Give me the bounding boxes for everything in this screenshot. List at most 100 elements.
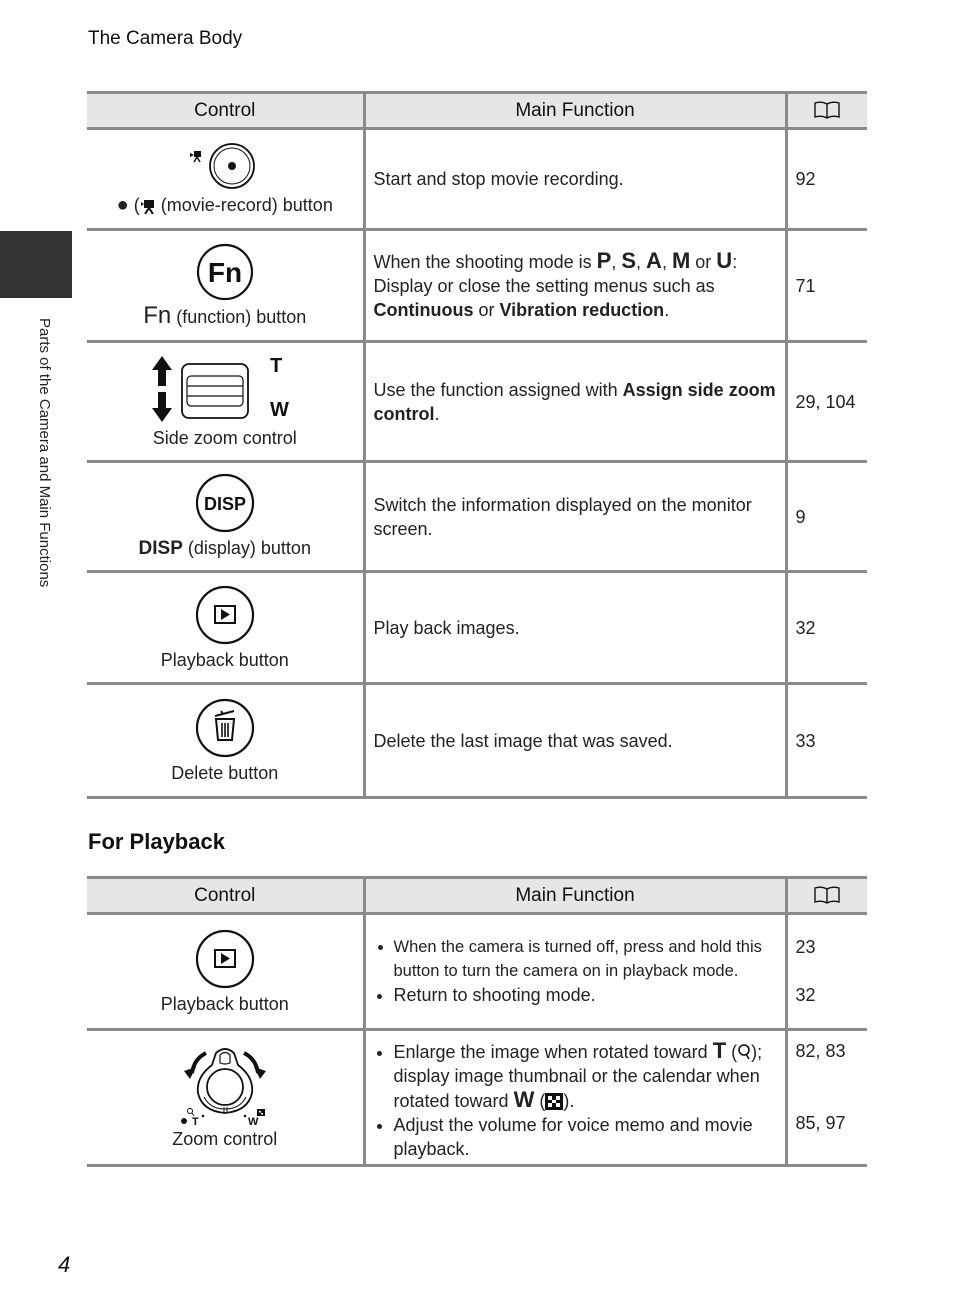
header-control: Control [87,91,364,130]
playback-button-icon [194,584,256,646]
bullet-text: ( [726,1042,738,1062]
section-title: For Playback [88,829,225,854]
function-bullets: Enlarge the image when rotated toward T … [374,1039,777,1161]
zoom-control-icon: T W [170,1045,280,1128]
bullet-item: When the camera is turned off, press and… [394,935,777,983]
disp-icon-text: DISP [204,494,246,514]
table-row: ● ( (movie-record) button Start and stop… [87,128,867,231]
control-cell: T W Zoom control [87,1029,364,1167]
separator: or [690,252,717,272]
movie-icon [140,200,154,214]
mode-s: S [621,248,637,273]
table-row: Delete button Delete the last image that… [87,683,867,799]
function-cell: Delete the last image that was saved. [362,683,786,799]
control-cell: Delete button [87,683,364,799]
mode-u: U [716,248,733,273]
header-reference [784,91,867,130]
control-cell: Playback button [87,571,364,685]
function-text: or [473,300,500,320]
header-reference [784,876,867,915]
reference-cell: 9 [784,461,867,573]
function-bullets: When the camera is turned off, press and… [374,935,777,1007]
function-text: . [434,403,440,424]
page-number: 4 [58,1252,71,1277]
function-text: Display or close the setting menus such … [373,276,715,296]
bullet-item: Enlarge the image when rotated toward T … [394,1039,777,1113]
function-cell: Enlarge the image when rotated toward T … [362,1029,786,1167]
chapter-tab [0,231,72,298]
menu-name-continuous: Continuous [373,300,474,320]
bullet-item: Return to shooting mode. [394,983,777,1007]
wide-label: W [270,399,289,421]
bullet-text: Enlarge the image when rotated toward [393,1042,713,1062]
header-main-function: Main Function [362,91,786,130]
wide-label: W [248,1116,259,1125]
table-row: DISP DISP (display) button Switch the in… [87,461,867,573]
table-header-row: Control Main Function [87,91,867,130]
fn-button-icon: Fn [195,242,255,302]
reference-cell: 33 [784,683,867,799]
reference-page: 32 [795,985,816,1005]
tele-label: T [270,355,282,377]
function-cell: Switch the information displayed on the … [362,461,786,573]
playback-button-icon [194,928,256,990]
movie-record-button-icon [180,141,270,191]
control-label: Fn (function) button [95,304,355,329]
tele-label: T [192,1116,199,1125]
separator: , [611,252,622,272]
book-reference-icon [814,886,840,905]
control-label: Playback button [160,649,289,670]
control-cell: Playback button [87,913,364,1031]
table-row: T W Side zoom control Use the function a… [87,341,867,463]
svg-text:Fn: Fn [208,257,242,288]
control-label: ● ( (movie-record) button [116,194,333,216]
reference-cell: 82, 83 85, 97 [784,1029,867,1167]
mode-p: P [596,248,612,273]
function-text: Use the function assigned with [373,379,623,400]
control-label: Zoom control [172,1128,278,1149]
function-cell: Start and stop movie recording. [362,128,786,231]
function-cell: Play back images. [362,571,786,685]
side-zoom-control-icon: T W [150,354,300,424]
control-label: Delete button [171,762,279,783]
control-label: Side zoom control [152,427,297,448]
table-header-row: Control Main Function [87,876,867,915]
separator: , [661,252,672,272]
table-row: Playback button Play back images. 32 [87,571,867,685]
disp-button-icon: DISP [194,472,256,534]
reference-cell: 71 [784,229,867,343]
reference-page: 82, 83 [795,1041,846,1061]
header-main-function: Main Function [362,876,786,915]
function-text: . [664,300,670,320]
controls-table: Control Main Function ● ((movie-record)… [87,91,867,799]
book-reference-icon [814,101,840,120]
mode-a: A [646,248,662,273]
table-row: Playback button When the camera is turne… [87,913,867,1031]
playback-controls-table: Control Main Function Playback button • … [87,876,867,1167]
chapter-label: Parts of the Camera and Main Functions [36,318,60,648]
thumbnail-icon [545,1093,564,1110]
running-head: The Camera Body [88,28,243,49]
control-label: DISP (display) button [95,536,355,561]
control-cell: Fn Fn (function) button [87,229,364,343]
bullet-item: Adjust the volume for voice memo and mov… [394,1113,777,1161]
menu-name-vibration-reduction: Vibration reduction [499,300,665,320]
record-dot-glyph: ● [116,194,129,216]
reference-page: 23 [795,937,816,957]
control-label: Playback button [160,993,289,1014]
delete-button-icon [194,697,256,759]
reference-cell: 32 [784,571,867,685]
bullet-text: ). [563,1091,575,1111]
mode-m: M [671,248,691,273]
control-label-text: (function) button [176,307,307,327]
function-text: When the shooting mode is [373,252,597,272]
control-cell: ● ( (movie-record) button [87,128,364,231]
header-control: Control [87,876,364,915]
table-row: T W Zoom control Enlarge the image when … [87,1029,867,1167]
reference-cell: 29, 104 [784,341,867,463]
control-cell: DISP DISP (display) button [87,461,364,573]
wide-glyph: W [513,1087,535,1112]
function-cell: When the camera is turned off, press and… [362,913,786,1031]
function-cell: When the shooting mode is P, S, A, M or … [362,229,786,343]
separator: , [636,252,647,272]
